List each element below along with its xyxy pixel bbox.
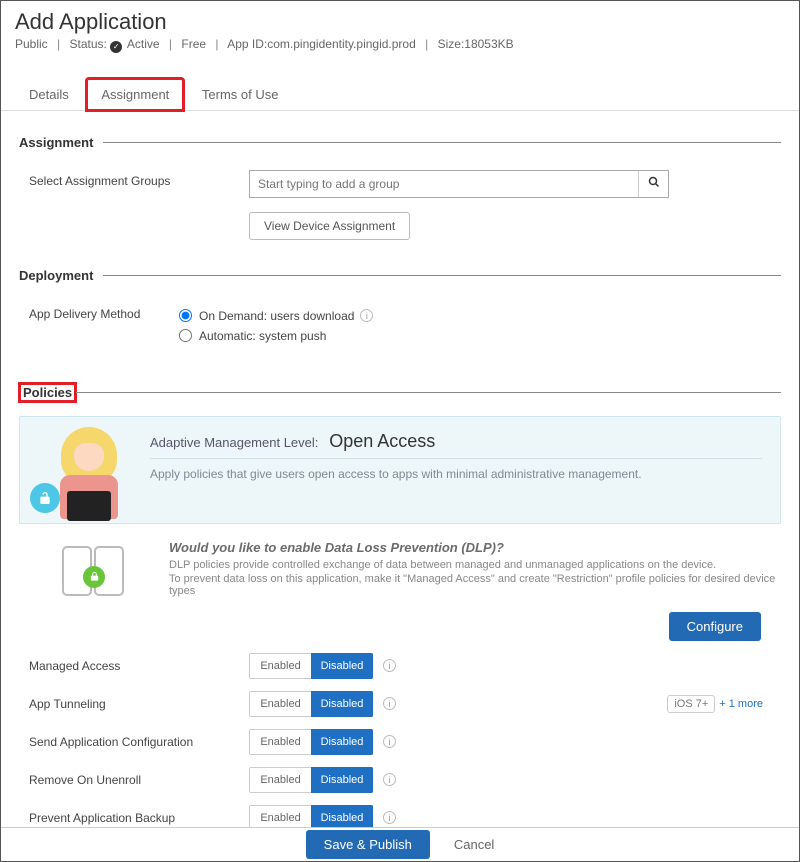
policy-row: Send Application ConfigurationEnabledDis… <box>19 723 781 761</box>
cancel-button[interactable]: Cancel <box>454 837 494 852</box>
dlp-section: Would you like to enable Data Loss Preve… <box>19 540 781 600</box>
delivery-method-label: App Delivery Method <box>19 303 179 349</box>
info-icon[interactable]: i <box>383 659 396 672</box>
toggle-enabled[interactable]: Enabled <box>249 729 311 755</box>
configure-button[interactable]: Configure <box>669 612 761 641</box>
tab-bar: Details Assignment Terms of Use <box>1 61 799 111</box>
os-tag: iOS 7+ <box>667 695 715 713</box>
more-link[interactable]: + 1 more <box>719 698 763 710</box>
app-id: com.pingidentity.pingid.prod <box>267 37 416 51</box>
assignment-group-search <box>249 170 669 198</box>
check-icon: ✓ <box>110 41 122 53</box>
assignment-groups-label: Select Assignment Groups <box>19 170 249 240</box>
enabled-disabled-toggle[interactable]: EnabledDisabled <box>249 729 373 755</box>
toggle-disabled[interactable]: Disabled <box>311 691 373 717</box>
app-id-label: App ID: <box>227 37 267 51</box>
enabled-disabled-toggle[interactable]: EnabledDisabled <box>249 691 373 717</box>
toggle-disabled[interactable]: Disabled <box>311 805 373 828</box>
unlock-icon <box>30 483 60 513</box>
enabled-disabled-toggle[interactable]: EnabledDisabled <box>249 767 373 793</box>
policy-label: Managed Access <box>19 659 249 673</box>
dlp-desc-1: DLP policies provide controlled exchange… <box>169 559 781 571</box>
radio-on-demand[interactable]: On Demand: users download i <box>179 309 781 323</box>
info-icon[interactable]: i <box>360 309 373 322</box>
section-policies: Policies <box>19 383 781 402</box>
status-value: Active <box>127 37 160 51</box>
section-deployment: Deployment <box>19 268 781 283</box>
info-icon[interactable]: i <box>383 735 396 748</box>
app-meta: Public | Status: ✓ Active | Free | App I… <box>15 37 785 53</box>
policy-label: Remove On Unenroll <box>19 773 249 787</box>
adaptive-description: Apply policies that give users open acce… <box>150 467 762 481</box>
info-icon[interactable]: i <box>383 811 396 824</box>
os-compat-tags: iOS 7+ + 1 more <box>667 698 781 710</box>
page-title: Add Application <box>15 9 785 35</box>
header: Add Application Public | Status: ✓ Activ… <box>1 1 799 61</box>
policy-row: Remove On UnenrollEnabledDisabled i <box>19 761 781 799</box>
visibility: Public <box>15 37 48 51</box>
status-label: Status: <box>70 37 107 51</box>
tab-terms[interactable]: Terms of Use <box>188 79 293 110</box>
footer-bar: Save & Publish Cancel <box>1 827 799 861</box>
save-publish-button[interactable]: Save & Publish <box>306 830 430 859</box>
size-value: 18053KB <box>464 37 513 51</box>
dlp-desc-2: To prevent data loss on this application… <box>169 573 781 597</box>
toggle-enabled[interactable]: Enabled <box>249 653 311 679</box>
toggle-disabled[interactable]: Disabled <box>311 729 373 755</box>
main-scroll[interactable]: Add Application Public | Status: ✓ Activ… <box>1 1 799 827</box>
adaptive-level-heading: Adaptive Management Level: Open Access <box>150 431 762 459</box>
toggle-enabled[interactable]: Enabled <box>249 767 311 793</box>
toggle-disabled[interactable]: Disabled <box>311 653 373 679</box>
info-icon[interactable]: i <box>383 773 396 786</box>
section-assignment: Assignment <box>19 135 781 150</box>
policy-label: Prevent Application Backup <box>19 811 249 825</box>
tab-assignment[interactable]: Assignment <box>86 78 184 111</box>
devices-icon <box>58 544 130 600</box>
enabled-disabled-toggle[interactable]: EnabledDisabled <box>249 653 373 679</box>
radio-automatic[interactable]: Automatic: system push <box>179 329 781 343</box>
group-search-input[interactable] <box>250 171 638 197</box>
policy-row: Managed AccessEnabledDisabled i <box>19 647 781 685</box>
info-icon[interactable]: i <box>383 697 396 710</box>
adaptive-management-panel: Adaptive Management Level: Open Access A… <box>19 416 781 524</box>
toggle-enabled[interactable]: Enabled <box>249 691 311 717</box>
policy-row: Prevent Application BackupEnabledDisable… <box>19 799 781 828</box>
toggle-disabled[interactable]: Disabled <box>311 767 373 793</box>
avatar-illustration <box>48 427 130 523</box>
price: Free <box>181 37 206 51</box>
radio-automatic-input[interactable] <box>179 329 192 342</box>
policy-label: App Tunneling <box>19 697 249 711</box>
policy-row: App TunnelingEnabledDisabled i iOS 7+ + 1 m… <box>19 685 781 723</box>
radio-on-demand-input[interactable] <box>179 309 192 322</box>
search-icon[interactable] <box>638 171 668 197</box>
enabled-disabled-toggle[interactable]: EnabledDisabled <box>249 805 373 828</box>
policy-label: Send Application Configuration <box>19 735 249 749</box>
size-label: Size: <box>438 37 465 51</box>
dlp-title: Would you like to enable Data Loss Preve… <box>169 540 781 555</box>
tab-details[interactable]: Details <box>15 79 83 110</box>
view-device-assignment-button[interactable]: View Device Assignment <box>249 212 410 240</box>
toggle-enabled[interactable]: Enabled <box>249 805 311 828</box>
